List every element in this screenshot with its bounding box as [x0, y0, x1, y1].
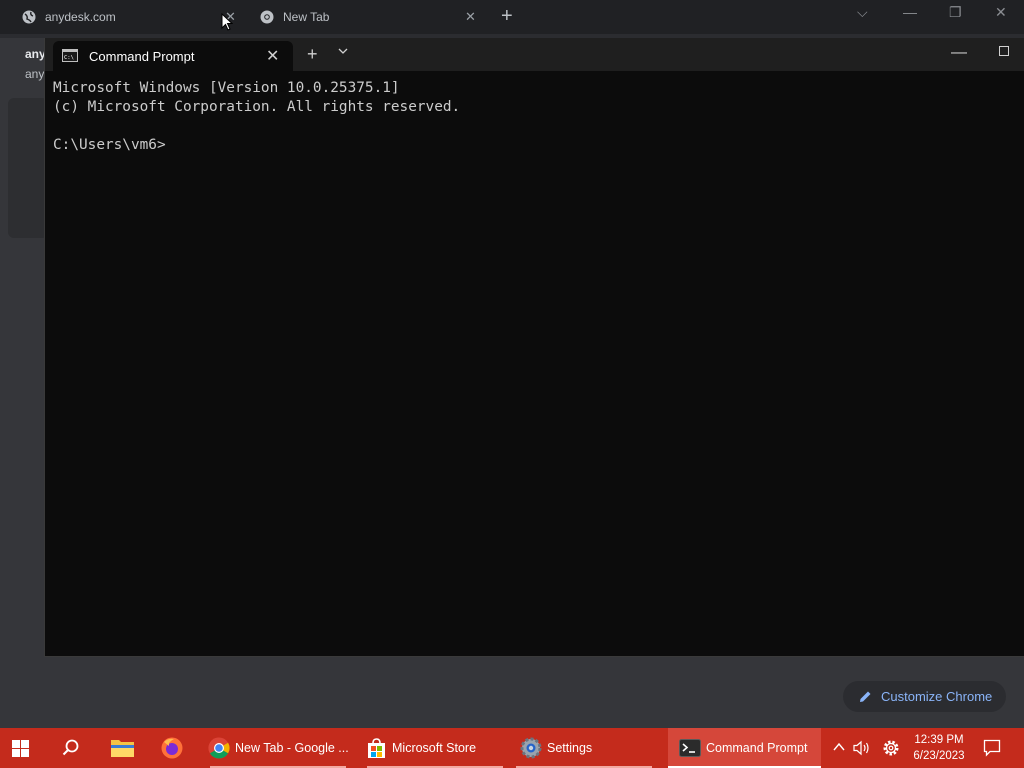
taskbar-app-label: Settings [547, 741, 593, 755]
terminal-window: C:\ Command Prompt ✕ + — Microsoft Windo… [44, 38, 1024, 657]
terminal-tab[interactable]: C:\ Command Prompt ✕ [53, 41, 293, 71]
taskbar-microsoft-store[interactable]: Microsoft Store [364, 728, 476, 768]
taskbar-app-label: Command Prompt [706, 741, 808, 755]
clock-time: 12:39 PM [914, 734, 964, 746]
chrome-tab-label: New Tab [283, 10, 330, 24]
store-icon [367, 737, 385, 758]
terminal-tab-label: Command Prompt [89, 49, 195, 64]
terminal-titlebar[interactable]: C:\ Command Prompt ✕ + — [45, 38, 1024, 71]
new-tab-button[interactable]: + [307, 44, 318, 65]
terminal-output[interactable]: Microsoft Windows [Version 10.0.25375.1]… [53, 79, 1024, 656]
chrome-tabstrip: anydesk.com ✕ New Tab ✕ + ⌵ — ❐ ✕ [0, 0, 1024, 34]
taskbar-app-label: New Tab - Google ... [235, 741, 349, 755]
windows-logo-icon [12, 739, 29, 757]
chrome-partial-text: any [25, 67, 45, 81]
customize-chrome-button[interactable]: Customize Chrome [843, 681, 1006, 712]
chrome-tab-new-tab[interactable]: New Tab ✕ [260, 0, 485, 34]
taskbar: New Tab - Google ... Microsoft Store Set… [0, 728, 1024, 768]
notification-icon[interactable] [983, 739, 1001, 757]
customize-chrome-label: Customize Chrome [881, 689, 993, 704]
maximize-icon[interactable] [999, 46, 1009, 56]
close-icon[interactable]: ✕ [266, 46, 279, 66]
chrome-icon [208, 737, 230, 759]
volume-icon[interactable] [853, 740, 871, 756]
settings-icon [520, 737, 542, 759]
folder-icon [111, 740, 134, 757]
system-clock[interactable]: 12:39 PM 6/23/2023 [905, 732, 973, 764]
taskbar-firefox[interactable] [160, 728, 184, 768]
restore-icon[interactable]: ❐ [949, 4, 962, 21]
terminal-icon [679, 739, 701, 757]
minimize-icon[interactable]: — [903, 4, 917, 20]
search-icon [62, 739, 79, 756]
gear-icon[interactable] [882, 739, 900, 757]
taskbar-file-explorer[interactable] [110, 728, 135, 768]
firefox-icon [161, 737, 183, 759]
svg-text:C:\: C:\ [64, 55, 74, 61]
new-tab-button[interactable]: + [501, 5, 513, 28]
chrome-shortcut-card[interactable] [8, 98, 48, 238]
mouse-cursor-icon [221, 13, 233, 31]
taskbar-command-prompt[interactable]: Command Prompt [668, 728, 821, 768]
taskbar-app-label: Microsoft Store [392, 741, 477, 755]
clock-date: 6/23/2023 [913, 750, 965, 762]
terminal-line: (c) Microsoft Corporation. All rights re… [53, 99, 461, 115]
pencil-icon [860, 691, 871, 702]
tab-search-chevron-icon[interactable]: ⌵ [857, 4, 868, 21]
close-window-icon[interactable]: ✕ [995, 4, 1007, 21]
chrome-partial-text: any [25, 47, 46, 61]
terminal-line: Microsoft Windows [Version 10.0.25375.1] [53, 80, 400, 96]
chevron-up-icon[interactable] [833, 742, 845, 751]
globe-icon [22, 10, 36, 24]
chrome-icon [260, 10, 274, 24]
chevron-down-icon[interactable] [338, 47, 348, 55]
start-button[interactable] [12, 728, 29, 768]
command-prompt-icon: C:\ [62, 49, 78, 62]
minimize-icon[interactable]: — [951, 44, 967, 62]
close-icon[interactable]: ✕ [465, 9, 476, 25]
chrome-tab-anydesk[interactable]: anydesk.com ✕ [22, 0, 247, 34]
taskbar-settings[interactable]: Settings [519, 728, 592, 768]
search-button[interactable] [62, 728, 80, 768]
terminal-prompt: C:\Users\vm6> [53, 137, 166, 153]
taskbar-chrome[interactable]: New Tab - Google ... [207, 728, 349, 768]
chrome-tab-label: anydesk.com [45, 10, 116, 24]
